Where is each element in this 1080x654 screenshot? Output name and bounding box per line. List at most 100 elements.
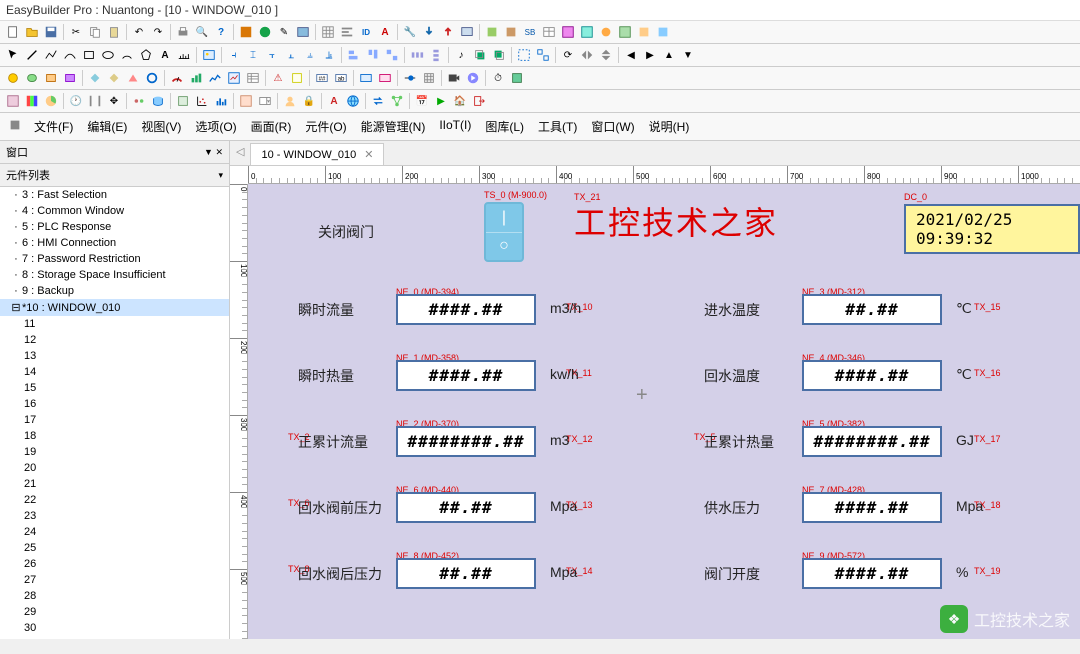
save-icon[interactable]: [42, 23, 60, 41]
data-icon[interactable]: [149, 92, 167, 110]
bringf-icon[interactable]: [471, 46, 489, 64]
bar-icon[interactable]: [187, 69, 205, 87]
numeric-field[interactable]: ##.##: [396, 558, 536, 589]
menu-library[interactable]: 图库(L): [481, 116, 528, 137]
menu-screen[interactable]: 画面(R): [247, 116, 296, 137]
menu-window[interactable]: 窗口(W): [587, 116, 638, 137]
transfer-icon[interactable]: [369, 92, 387, 110]
meter-icon[interactable]: [168, 69, 186, 87]
simulate-icon[interactable]: [256, 23, 274, 41]
pie-icon[interactable]: [42, 92, 60, 110]
tree-item[interactable]: 22: [0, 492, 229, 508]
copy-icon[interactable]: [86, 23, 104, 41]
flip-h-icon[interactable]: [578, 46, 596, 64]
net-icon[interactable]: [388, 92, 406, 110]
nudge-u-icon[interactable]: ▲: [660, 46, 678, 64]
ellipse-icon[interactable]: [99, 46, 117, 64]
scroll-icon[interactable]: [86, 92, 104, 110]
upload-icon[interactable]: [439, 23, 457, 41]
macro-icon[interactable]: [508, 69, 526, 87]
tree-item[interactable]: 26: [0, 556, 229, 572]
direct-icon[interactable]: [376, 69, 394, 87]
combo-icon[interactable]: [256, 92, 274, 110]
undo-icon[interactable]: ↶: [130, 23, 148, 41]
toggle-switch[interactable]: | ○: [484, 202, 524, 262]
num-icon[interactable]: ##: [313, 69, 331, 87]
chart-icon[interactable]: [225, 69, 243, 87]
sched-icon[interactable]: 📅: [413, 92, 431, 110]
menu-edit[interactable]: 编辑(E): [83, 116, 131, 137]
text-a-icon[interactable]: A: [376, 23, 394, 41]
nudge-r-icon[interactable]: ▶: [641, 46, 659, 64]
sb-icon[interactable]: SB: [521, 23, 539, 41]
tool2-icon[interactable]: [559, 23, 577, 41]
tree-item[interactable]: 15: [0, 380, 229, 396]
ungroup-icon[interactable]: [534, 46, 552, 64]
word-icon[interactable]: [42, 69, 60, 87]
pencil-icon[interactable]: ✎: [275, 23, 293, 41]
slider-icon[interactable]: [401, 69, 419, 87]
numeric-field[interactable]: ####.##: [802, 492, 942, 523]
tree-item[interactable]: 27: [0, 572, 229, 588]
tree-item[interactable]: ·9 : Backup: [0, 283, 229, 299]
timer-icon[interactable]: ⏱: [489, 69, 507, 87]
obj2-icon[interactable]: [502, 23, 520, 41]
col-icon[interactable]: [23, 92, 41, 110]
text-icon[interactable]: A: [156, 46, 174, 64]
event-icon[interactable]: [288, 69, 306, 87]
exit-icon[interactable]: [470, 92, 488, 110]
usr-icon[interactable]: [281, 92, 299, 110]
shape4-icon[interactable]: [143, 69, 161, 87]
tool7-icon[interactable]: [654, 23, 672, 41]
shape2-icon[interactable]: [105, 69, 123, 87]
tree-item[interactable]: ·3 : Fast Selection: [0, 187, 229, 203]
numeric-field[interactable]: ####.##: [802, 360, 942, 391]
tree-item[interactable]: ·7 : Password Restriction: [0, 251, 229, 267]
screen-icon[interactable]: [458, 23, 476, 41]
run-icon[interactable]: ▶: [432, 92, 450, 110]
al-bottom-icon[interactable]: ⫡: [320, 46, 338, 64]
line-icon[interactable]: [23, 46, 41, 64]
tree-item[interactable]: 18: [0, 428, 229, 444]
samew-icon[interactable]: [345, 46, 363, 64]
indirect-icon[interactable]: [357, 69, 375, 87]
numeric-field[interactable]: ##.##: [396, 492, 536, 523]
tree-item[interactable]: 31: [0, 636, 229, 639]
trend-icon[interactable]: [206, 69, 224, 87]
tab-prev-icon[interactable]: ◁: [234, 141, 246, 165]
tree-item[interactable]: 30: [0, 620, 229, 636]
tool4-icon[interactable]: [597, 23, 615, 41]
paste-icon[interactable]: [105, 23, 123, 41]
menu-parts[interactable]: 元件(O): [301, 116, 350, 137]
tree-item[interactable]: 11: [0, 316, 229, 332]
panel-dropdown-icon[interactable]: ▼ ✕: [204, 147, 223, 158]
al-hcenter-icon[interactable]: ⌶: [244, 46, 262, 64]
help-icon[interactable]: ?: [212, 23, 230, 41]
numeric-field[interactable]: ########.##: [396, 426, 536, 457]
switch-icon[interactable]: [23, 69, 41, 87]
tree-item[interactable]: 29: [0, 604, 229, 620]
multi-icon[interactable]: [61, 69, 79, 87]
compile-icon[interactable]: [237, 23, 255, 41]
al-vcenter-icon[interactable]: ⫨: [301, 46, 319, 64]
tree-item[interactable]: 20: [0, 460, 229, 476]
tool5-icon[interactable]: [616, 23, 634, 41]
curve-icon[interactable]: [61, 46, 79, 64]
anim-icon[interactable]: [130, 92, 148, 110]
tool3-icon[interactable]: [578, 23, 596, 41]
design-canvas[interactable]: TS_0 (M-900.0) | ○ 关闭阀门 TX_21 工控技术之家 DC_…: [248, 184, 1080, 639]
alarm-icon[interactable]: ⚠: [269, 69, 287, 87]
video-icon[interactable]: [445, 69, 463, 87]
cursor-icon[interactable]: [4, 46, 22, 64]
window-tree[interactable]: ·3 : Fast Selection·4 : Common Window·5 …: [0, 187, 229, 639]
vspace-icon[interactable]: [427, 46, 445, 64]
align-icon[interactable]: [338, 23, 356, 41]
rect-icon[interactable]: [80, 46, 98, 64]
rec-icon[interactable]: [174, 92, 192, 110]
tree-item[interactable]: 14: [0, 364, 229, 380]
tree-item[interactable]: 28: [0, 588, 229, 604]
tree-item[interactable]: 19: [0, 444, 229, 460]
nudge-l-icon[interactable]: ◀: [622, 46, 640, 64]
keypad-icon[interactable]: [420, 69, 438, 87]
sound-icon[interactable]: ♪: [452, 46, 470, 64]
